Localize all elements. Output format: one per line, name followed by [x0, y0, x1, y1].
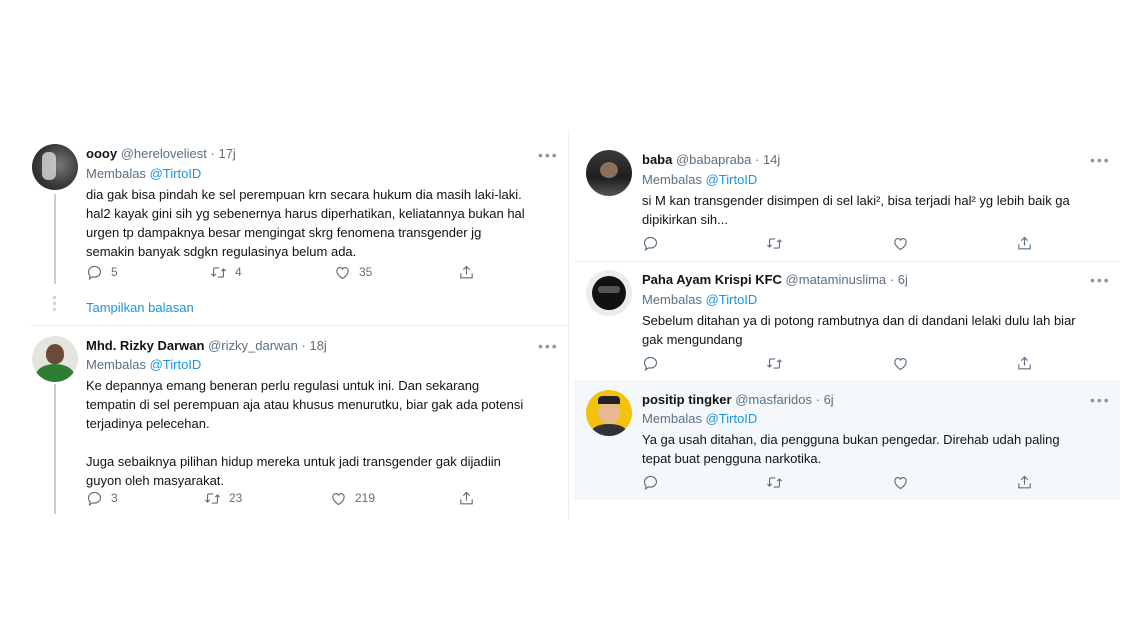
retweet-button[interactable]: 23: [204, 489, 242, 507]
separator-dot: ·: [815, 392, 820, 407]
separator-dot: ·: [301, 338, 306, 353]
heart-icon: [892, 235, 909, 252]
reply-mention[interactable]: @TirtoID: [706, 172, 758, 187]
reply-button[interactable]: [642, 473, 659, 491]
more-icon[interactable]: •••: [538, 339, 559, 353]
reply-prefix: Membalas: [86, 357, 146, 372]
more-icon[interactable]: •••: [1090, 153, 1111, 167]
reply-mention[interactable]: @TirtoID: [706, 411, 758, 426]
reply-context: Membalas @TirtoID: [642, 292, 757, 308]
separator-dot: ·: [889, 272, 895, 287]
share-button[interactable]: [1016, 234, 1033, 252]
share-icon: [1016, 355, 1033, 372]
reply-context: Membalas @TirtoID: [642, 411, 757, 427]
heart-icon: [330, 490, 347, 507]
reply-mention[interactable]: @TirtoID: [706, 292, 758, 307]
timestamp[interactable]: 18j: [309, 338, 326, 353]
tweet-baba[interactable]: baba @babapraba · 14j ••• Membalas @Tirt…: [574, 140, 1120, 260]
retweet-button[interactable]: [766, 354, 783, 372]
display-name[interactable]: Mhd. Rizky Darwan: [86, 338, 204, 353]
share-button[interactable]: [1016, 354, 1033, 372]
more-icon[interactable]: •••: [1090, 273, 1111, 287]
display-name[interactable]: baba: [642, 152, 672, 167]
timestamp[interactable]: 14j: [763, 152, 780, 167]
thread-line: [54, 384, 56, 514]
retweet-icon: [766, 474, 783, 491]
reply-prefix: Membalas: [642, 411, 702, 426]
retweet-button[interactable]: [766, 234, 783, 252]
user-handle[interactable]: @mataminuslima: [786, 272, 887, 287]
heart-icon: [892, 355, 909, 372]
share-icon: [1016, 474, 1033, 491]
tweet-actions: [642, 234, 1042, 252]
tweet-header: Paha Ayam Krispi KFC @mataminuslima · 6j: [642, 272, 908, 288]
retweet-button[interactable]: [766, 473, 783, 491]
tweet-text: Sebelum ditahan ya di potong rambutnya d…: [642, 313, 1076, 347]
tweet-text: Ya ga usah ditahan, dia pengguna bukan p…: [642, 432, 1060, 466]
reply-context: Membalas @TirtoID: [86, 357, 201, 373]
like-button[interactable]: [892, 473, 909, 491]
tweet-header: baba @babapraba · 14j: [642, 152, 780, 168]
reply-button[interactable]: [642, 354, 659, 372]
avatar[interactable]: [586, 150, 632, 196]
reply-context: Membalas @TirtoID: [642, 172, 757, 188]
retweet-icon: [204, 490, 221, 507]
user-handle[interactable]: @babapraba: [676, 152, 751, 167]
tweet-rizky-darwan[interactable]: Mhd. Rizky Darwan @rizky_darwan · 18j ••…: [0, 0, 568, 520]
avatar[interactable]: [32, 336, 78, 382]
reply-prefix: Membalas: [642, 292, 702, 307]
reply-mention[interactable]: @TirtoID: [150, 357, 202, 372]
like-count: 219: [355, 491, 376, 505]
reply-icon: [642, 474, 659, 491]
heart-icon: [892, 474, 909, 491]
avatar[interactable]: [586, 390, 632, 436]
retweet-icon: [766, 235, 783, 252]
tweet-actions: [642, 354, 1042, 372]
avatar[interactable]: [586, 270, 632, 316]
like-button[interactable]: [892, 234, 909, 252]
retweet-icon: [766, 355, 783, 372]
tweet-text: si M kan transgender disimpen di sel lak…: [642, 193, 1070, 227]
separator-dot: ·: [754, 152, 760, 167]
share-button[interactable]: [458, 489, 475, 507]
tweet-actions: [642, 473, 1042, 491]
display-name[interactable]: positip tingker: [642, 392, 732, 407]
like-button[interactable]: [892, 354, 909, 372]
reply-prefix: Membalas: [642, 172, 702, 187]
display-name[interactable]: Paha Ayam Krispi KFC: [642, 272, 782, 287]
share-button[interactable]: [1016, 473, 1033, 491]
tweet-positip-tingker[interactable]: positip tingker @masfaridos · 6j ••• Mem…: [574, 380, 1120, 500]
reply-button[interactable]: 3: [86, 489, 118, 507]
tweet-header: Mhd. Rizky Darwan @rizky_darwan · 18j: [86, 338, 327, 354]
timestamp[interactable]: 6j: [824, 392, 834, 407]
reply-icon: [86, 490, 103, 507]
user-handle[interactable]: @rizky_darwan: [208, 338, 298, 353]
tweet-paha-ayam[interactable]: Paha Ayam Krispi KFC @mataminuslima · 6j…: [574, 262, 1120, 380]
tweet-actions: 3 23 219: [86, 489, 486, 507]
share-icon: [1016, 235, 1033, 252]
tweet-header: positip tingker @masfaridos · 6j: [642, 392, 834, 408]
tweet-text: Ke depannya emang beneran perlu regulasi…: [86, 378, 524, 488]
retweet-count: 23: [229, 491, 243, 505]
user-handle[interactable]: @masfaridos: [735, 392, 812, 407]
more-icon[interactable]: •••: [1090, 393, 1111, 407]
reply-icon: [642, 235, 659, 252]
reply-count: 3: [111, 491, 118, 505]
share-icon: [458, 490, 475, 507]
reply-icon: [642, 355, 659, 372]
column-divider: [568, 130, 569, 520]
reply-button[interactable]: [642, 234, 659, 252]
like-button[interactable]: 219: [330, 489, 375, 507]
timestamp[interactable]: 6j: [898, 272, 908, 287]
